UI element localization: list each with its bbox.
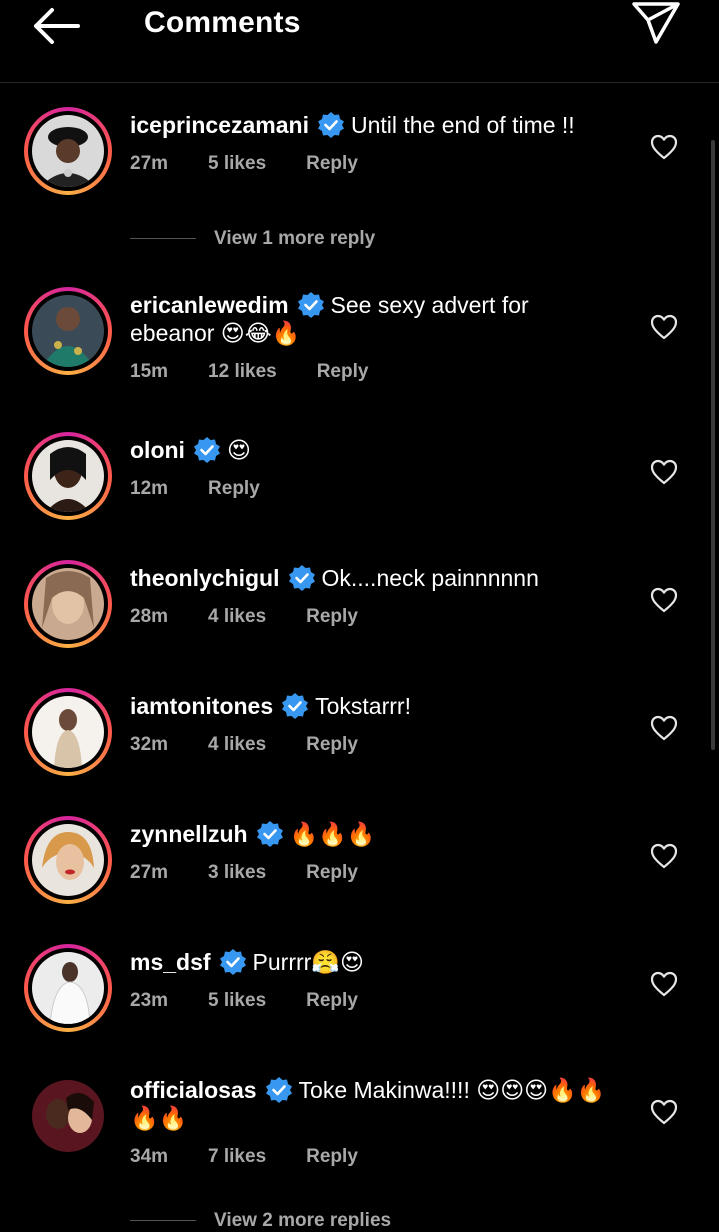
heart-icon[interactable] — [650, 459, 678, 485]
comment-likes[interactable]: 7 likes — [208, 1146, 266, 1167]
reply-button[interactable]: Reply — [306, 990, 358, 1011]
reply-button[interactable]: Reply — [306, 153, 358, 174]
comment-username[interactable]: ericanlewedim — [130, 292, 289, 318]
arrow-left-icon[interactable] — [30, 6, 82, 46]
comment-time: 34m — [130, 1146, 169, 1167]
avatar[interactable] — [24, 944, 112, 1032]
header-bar: Comments — [0, 0, 719, 83]
comment-meta: 27m 5 likes Reply — [130, 153, 398, 175]
comment-likes[interactable]: 12 likes — [208, 361, 277, 382]
heart-icon[interactable] — [650, 1099, 678, 1125]
avatar[interactable] — [24, 688, 112, 776]
comment-meta: 23m 5 likes Reply — [130, 990, 398, 1012]
verified-badge-icon — [282, 693, 309, 719]
view-replies-button[interactable]: View 1 more reply — [130, 228, 375, 250]
verified-badge-icon — [193, 437, 220, 463]
reply-button[interactable]: Reply — [317, 361, 369, 382]
comment-time: 27m — [130, 862, 169, 883]
verified-badge-icon — [317, 112, 344, 138]
avatar[interactable] — [24, 107, 112, 195]
scrollbar[interactable] — [711, 140, 715, 750]
comment-body: Until the end of time !! — [350, 112, 575, 138]
comment-username[interactable]: iamtonitones — [130, 693, 273, 719]
comment-body: 😍 — [226, 437, 251, 463]
comment-time: 28m — [130, 606, 169, 627]
comment-text: theonlychigul Ok....neck painnnnnn — [130, 564, 610, 592]
comment-text: iceprincezamani Until the end of time !! — [130, 111, 610, 139]
comment-meta: 34m 7 likes Reply — [130, 1146, 398, 1168]
avatar[interactable] — [24, 816, 112, 904]
comment-meta: 27m 3 likes Reply — [130, 862, 398, 884]
comment-body: Tokstarrr! — [315, 693, 411, 719]
comment-text: officialosas Toke Makinwa!!!! 😍😍😍🔥🔥🔥🔥 — [130, 1076, 610, 1132]
verified-badge-icon — [219, 949, 246, 975]
page-title: Comments — [144, 6, 301, 39]
reply-button[interactable]: Reply — [306, 1146, 358, 1167]
verified-badge-icon — [297, 292, 324, 318]
comment-username[interactable]: zynnellzuh — [130, 821, 248, 847]
comment-body: 🔥🔥🔥 — [289, 821, 376, 847]
reply-button[interactable]: Reply — [306, 862, 358, 883]
comment-body: Purrrr😤😍 — [252, 949, 364, 975]
comment-username[interactable]: theonlychigul — [130, 565, 280, 591]
comment-meta: 15m 12 likes Reply — [130, 361, 408, 383]
comment-likes[interactable]: 5 likes — [208, 153, 266, 174]
comment-meta: 28m 4 likes Reply — [130, 606, 398, 628]
reply-button[interactable]: Reply — [208, 478, 260, 499]
heart-icon[interactable] — [650, 314, 678, 340]
avatar[interactable] — [24, 287, 112, 375]
comment-username[interactable]: iceprincezamani — [130, 112, 309, 138]
comment-time: 15m — [130, 361, 169, 382]
view-replies-button[interactable]: View 2 more replies — [130, 1210, 391, 1232]
comment-time: 27m — [130, 153, 169, 174]
heart-icon[interactable] — [650, 715, 678, 741]
comment-text: zynnellzuh 🔥🔥🔥 — [130, 820, 610, 848]
comment-text: oloni 😍 — [130, 436, 610, 464]
verified-badge-icon — [288, 565, 315, 591]
comment-username[interactable]: ms_dsf — [130, 949, 211, 975]
verified-badge-icon — [256, 821, 283, 847]
comment-text: ms_dsf Purrrr😤😍 — [130, 948, 610, 976]
heart-icon[interactable] — [650, 134, 678, 160]
comment-likes[interactable]: 3 likes — [208, 862, 266, 883]
heart-icon[interactable] — [650, 843, 678, 869]
comment-likes[interactable]: 4 likes — [208, 606, 266, 627]
comment-username[interactable]: officialosas — [130, 1077, 257, 1103]
heart-icon[interactable] — [650, 587, 678, 613]
comment-time: 23m — [130, 990, 169, 1011]
comment-username[interactable]: oloni — [130, 437, 185, 463]
comment-text: ericanlewedim See sexy advert for ebeanor… — [130, 291, 610, 347]
avatar[interactable] — [32, 1080, 104, 1152]
reply-button[interactable]: Reply — [306, 606, 358, 627]
avatar[interactable] — [24, 432, 112, 520]
reply-button[interactable]: Reply — [306, 734, 358, 755]
heart-icon[interactable] — [650, 971, 678, 997]
avatar[interactable] — [24, 560, 112, 648]
comment-body: Ok....neck painnnnnn — [321, 565, 539, 591]
comment-likes[interactable]: 4 likes — [208, 734, 266, 755]
verified-badge-icon — [265, 1077, 292, 1103]
comment-time: 12m — [130, 478, 169, 499]
comment-meta: 12m Reply — [130, 478, 300, 500]
paper-plane-icon[interactable] — [630, 0, 682, 48]
comment-likes[interactable]: 5 likes — [208, 990, 266, 1011]
comment-meta: 32m 4 likes Reply — [130, 734, 398, 756]
comment-time: 32m — [130, 734, 169, 755]
comment-text: iamtonitones Tokstarrr! — [130, 692, 610, 720]
